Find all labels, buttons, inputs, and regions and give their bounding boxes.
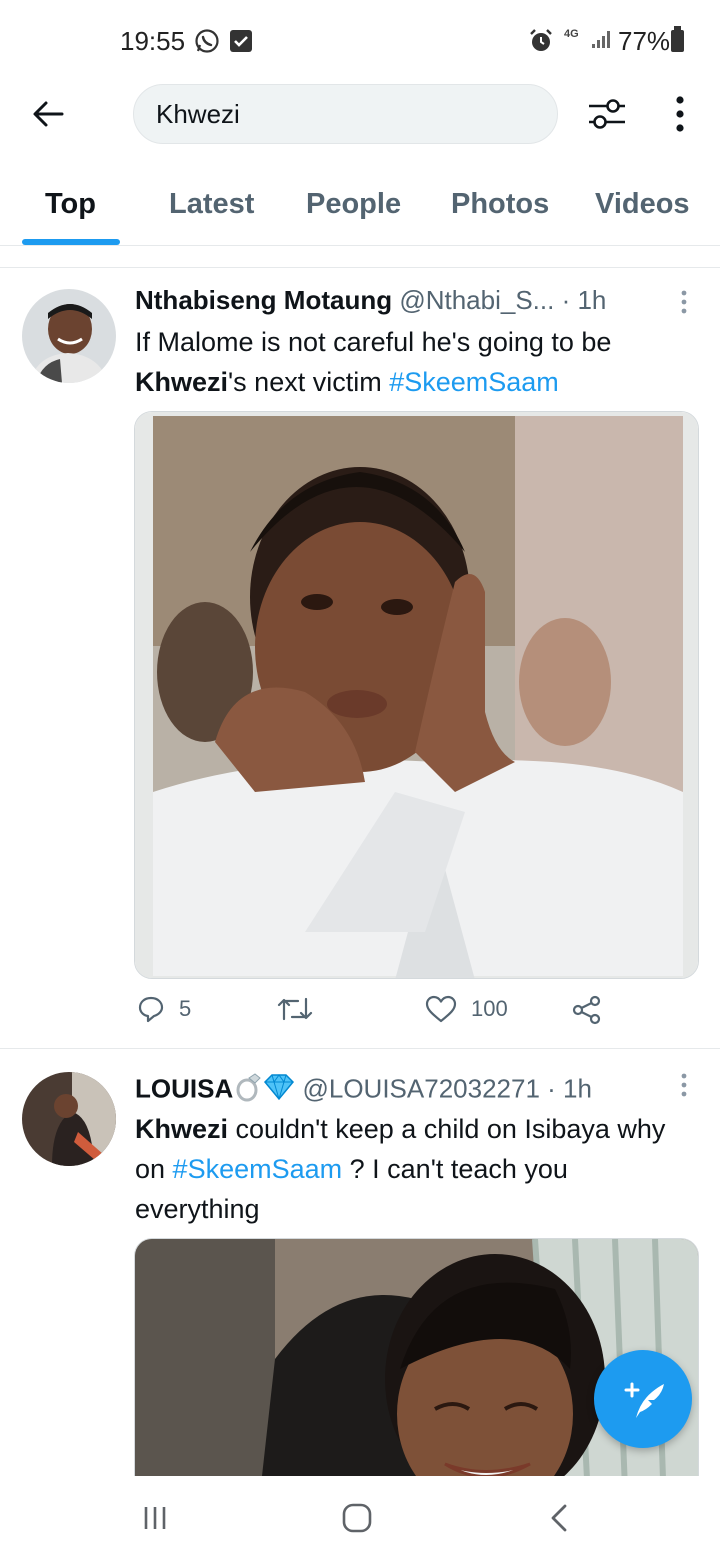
filter-sliders-icon [589, 99, 625, 129]
like-button[interactable]: 100 [425, 995, 508, 1023]
status-time: 19:55 [120, 26, 186, 56]
network-label: 4G [564, 28, 579, 40]
tweet-media-image[interactable] [134, 411, 699, 979]
ring-emoji-icon [235, 1072, 263, 1109]
system-navigation-bar [0, 1476, 720, 1560]
tab-photos[interactable]: Photos [451, 188, 549, 221]
filter-button[interactable] [585, 94, 629, 134]
avatar[interactable] [22, 1072, 116, 1166]
back-button[interactable] [28, 94, 68, 134]
more-vertical-icon [681, 290, 687, 314]
battery-icon [671, 26, 684, 52]
retweet-icon [277, 997, 313, 1021]
active-tab-indicator [22, 239, 120, 245]
author-handle[interactable]: @Nthabi_S... [399, 285, 554, 315]
retweet-button[interactable] [276, 995, 328, 1023]
tweet-actions: 5 100 [0, 995, 720, 1035]
reply-count: 5 [179, 996, 192, 1021]
tweet-time: · 1h [547, 1073, 592, 1104]
home-button[interactable] [332, 1498, 382, 1538]
hashtag-link[interactable]: #SkeemSaam [173, 1154, 343, 1184]
highlighted-keyword: Khwezi [135, 367, 229, 397]
tab-latest[interactable]: Latest [169, 188, 254, 221]
recent-apps-button[interactable] [130, 1498, 180, 1538]
author-handle[interactable]: @LOUISA72032271 [302, 1073, 539, 1103]
heart-icon [425, 995, 457, 1023]
reply-button[interactable]: 5 [137, 995, 191, 1023]
tweet[interactable]: Nthabiseng Motaung @Nthabi_S... · 1h If … [0, 269, 720, 1049]
search-tabs: Top Latest People Photos Videos [0, 170, 720, 246]
tab-top[interactable]: Top [45, 188, 96, 221]
tweet-more-button[interactable] [676, 289, 692, 319]
system-back-button[interactable] [534, 1498, 584, 1538]
chevron-left-icon [551, 1504, 567, 1532]
recent-apps-icon [144, 1507, 166, 1529]
like-count: 100 [471, 996, 508, 1021]
tweet-text: Khwezi couldn't keep a child on Isibaya … [135, 1109, 695, 1229]
home-icon [342, 1503, 372, 1533]
signal-icon [590, 28, 612, 50]
author-name[interactable]: Nthabiseng Motaung [135, 285, 392, 315]
divider [0, 247, 720, 268]
author-name[interactable]: LOUISA [135, 1073, 233, 1103]
alarm-icon [528, 28, 554, 54]
compose-feather-icon [624, 1382, 664, 1418]
tweet-header: Nthabiseng Motaung @Nthabi_S... · 1h [135, 285, 606, 316]
avatar[interactable] [22, 289, 116, 383]
hashtag-link[interactable]: #SkeemSaam [389, 367, 559, 397]
tweet-more-button[interactable] [676, 1072, 692, 1102]
tweet-text-part: If Malome is not careful he's going to b… [135, 327, 612, 357]
compose-tweet-button[interactable] [594, 1350, 692, 1448]
status-bar: 19:55 4G 77% [0, 0, 720, 80]
tab-people[interactable]: People [306, 188, 401, 221]
tweet-header: LOUISA @LOUISA72032271 · 1h [135, 1072, 592, 1109]
search-input[interactable] [156, 98, 536, 130]
back-arrow-icon [33, 101, 64, 127]
highlighted-keyword: Khwezi [135, 1114, 229, 1144]
check-notification-icon [230, 30, 252, 52]
tweet-time: · 1h [561, 285, 607, 315]
tab-videos[interactable]: Videos [595, 188, 690, 221]
more-vertical-icon [676, 96, 684, 132]
more-vertical-icon [681, 1073, 687, 1097]
gem-emoji-icon [263, 1073, 295, 1108]
tweet-text-part: 's next victim [228, 367, 382, 397]
battery-percentage: 77% [618, 26, 671, 56]
more-options-button[interactable] [664, 94, 696, 134]
whatsapp-icon [194, 28, 220, 54]
tweet-text: If Malome is not careful he's going to b… [135, 322, 695, 402]
share-button[interactable] [572, 995, 616, 1025]
reply-icon [138, 996, 164, 1023]
search-box[interactable] [133, 84, 558, 144]
share-icon [572, 995, 601, 1025]
